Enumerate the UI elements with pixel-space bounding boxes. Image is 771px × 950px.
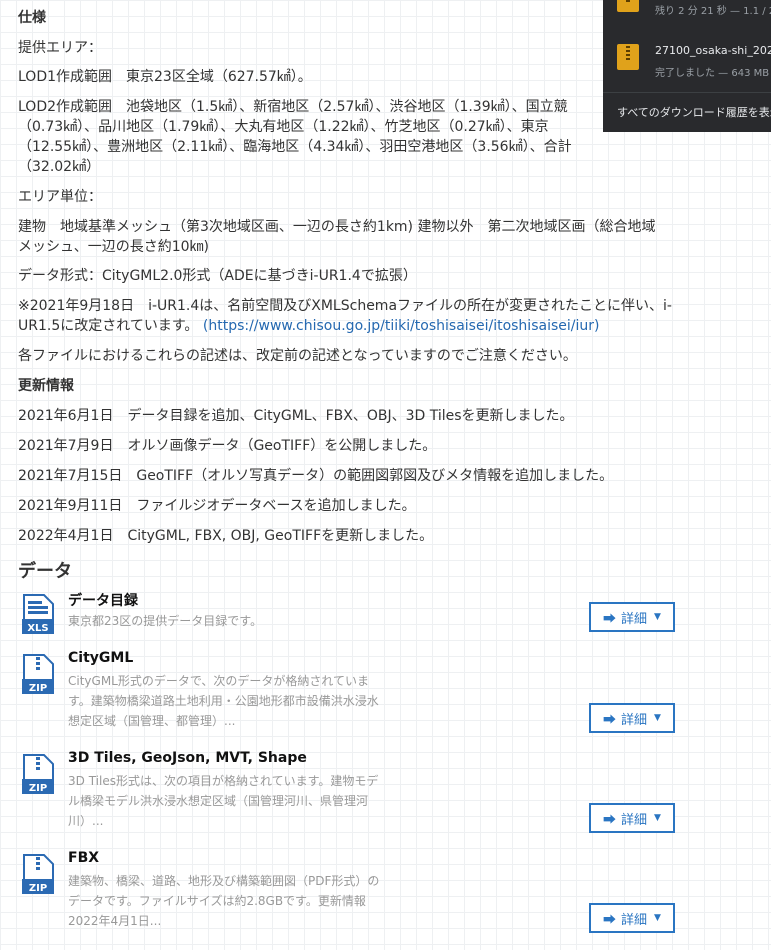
details-label: 詳細 [621, 912, 648, 928]
desc-line: す。建築物橋梁道路土地利用・公園地形都市設備洪水浸水 [68, 694, 379, 708]
update-item: 2021年9月11日 ファイルジオデータベースを追加しました。 [18, 498, 416, 514]
share-icon: ⮕ [603, 912, 617, 928]
item-desc: 建築物、橋梁、道路、地形及び構築範囲図（PDF形式）の データです。ファイルサイ… [68, 871, 388, 931]
zip-archive-icon [617, 44, 639, 70]
desc-line: 川）... [68, 814, 104, 828]
icon-label: ZIP [29, 683, 47, 694]
zip-file-icon: ZIP [22, 854, 54, 894]
details-button[interactable]: ⮕ 詳細 ▼ [589, 703, 675, 733]
desc-line: ル橋梁モデル洪水浸水想定区域（国管理河川、県管理河 [68, 794, 369, 808]
icon-label: ZIP [29, 783, 47, 794]
item-title[interactable]: データ目録 [68, 590, 138, 610]
share-icon: ⮕ [603, 611, 617, 627]
desc-line: 建築物、橋梁、道路、地形及び構築範囲図（PDF形式）の [68, 874, 380, 888]
share-icon: ⮕ [603, 712, 617, 728]
note-text: UR1.5に改定されています。 [18, 318, 199, 334]
desc-line: 2022年4月1日... [68, 914, 162, 928]
download-panel: 残り 2 分 21 秒 — 1.1 / 2 27100_osaka-shi_20… [603, 0, 771, 132]
item-desc: 3D Tiles形式は、次の項目が格納されています。建物モデ ル橋梁モデル洪水浸… [68, 771, 388, 831]
divider [603, 92, 771, 93]
details-button[interactable]: ⮕ 詳細 ▼ [589, 903, 675, 933]
details-label: 詳細 [621, 812, 648, 828]
download-status: 残り 2 分 21 秒 — 1.1 / 2 [655, 6, 771, 17]
item-desc: 東京都23区の提供データ目録です。 [68, 611, 388, 631]
unit-label: エリア単位： [18, 189, 102, 205]
desc-line: 東京都23区の提供データ目録です。 [68, 614, 263, 628]
zip-archive-icon [617, 0, 639, 12]
update-item: 2021年7月9日 オルソ画像データ（GeoTIFF）を公開しました。 [18, 438, 437, 454]
details-label: 詳細 [621, 611, 648, 627]
details-button[interactable]: ⮕ 詳細 ▼ [589, 803, 675, 833]
update-item: 2021年7月15日 GeoTIFF（オルソ写真データ）の範囲図郭図及びメタ情報… [18, 468, 614, 484]
show-all-downloads-link[interactable]: すべてのダウンロード履歴を表示 [617, 104, 771, 120]
item-desc: CityGML形式のデータで、次のデータが格納されていま す。建築物橋梁道路土地… [68, 671, 388, 731]
iur-link[interactable]: (https://www.chisou.go.jp/tiiki/toshisai… [203, 318, 600, 334]
unit-line: 建物 地域基準メッシュ（第3次地域区画、一辺の長さ約1km) 建物以外 第二次地… [18, 219, 656, 235]
icon-label: XLS [27, 623, 48, 634]
lod2-line: （0.73㎢）、品川地区（1.79㎢）、大丸有地区（1.22㎢）、竹芝地区（0.… [18, 119, 549, 135]
data-heading: データ [18, 561, 72, 582]
caret-down-icon: ▼ [654, 913, 661, 923]
desc-line: CityGML形式のデータで、次のデータが格納されていま [68, 674, 370, 688]
format-text: データ形式：CityGML2.0形式（ADEに基づきi-UR1.4で拡張） [18, 268, 417, 284]
download-filename: 27100_osaka-shi_2020 [655, 44, 771, 57]
spec-heading: 仕様 [18, 10, 46, 26]
area-label: 提供エリア： [18, 40, 102, 56]
lod2-line: （12.55㎢）、豊洲地区（2.11㎢）、臨海地区（4.34㎢）、羽田空港地区（… [18, 139, 572, 155]
caret-down-icon: ▼ [654, 612, 661, 622]
share-icon: ⮕ [603, 812, 617, 828]
update-item: 2022年4月1日 CityGML, FBX, OBJ, GeoTIFFを更新し… [18, 528, 434, 544]
desc-line: 3D Tiles形式は、次の項目が格納されています。建物モデ [68, 774, 379, 788]
item-title[interactable]: CityGML [68, 650, 133, 666]
zip-file-icon: ZIP [22, 654, 54, 694]
details-label: 詳細 [621, 712, 648, 728]
note-line: UR1.5に改定されています。 (https://www.chisou.go.j… [18, 316, 678, 336]
update-item: 2021年6月1日 データ目録を追加、CityGML、FBX、OBJ、3D Ti… [18, 408, 574, 424]
zip-file-icon: ZIP [22, 754, 54, 794]
details-button[interactable]: ⮕ 詳細 ▼ [589, 602, 675, 632]
caret-down-icon: ▼ [654, 713, 661, 723]
note-line: 各ファイルにおけるこれらの記述は、改定前の記述となっていますのでご注意ください。 [18, 348, 577, 364]
desc-line: データです。ファイルサイズは約2.8GBです。更新情報 [68, 894, 366, 908]
unit-line: メッシュ、一辺の長さ約10㎞) [18, 239, 209, 255]
icon-label: ZIP [29, 883, 47, 894]
download-status: 完了しました — 643 MB [655, 68, 770, 79]
xls-file-icon: XLS [22, 594, 54, 634]
lod1-text: LOD1作成範囲 東京23区全域（627.57㎢）。 [18, 69, 312, 85]
updates-heading: 更新情報 [18, 378, 74, 394]
note-line: ※2021年9月18日 i-UR1.4は、名前空間及びXMLSchemaファイル… [18, 298, 672, 314]
lod2-line: （32.02㎢） [18, 159, 101, 175]
item-title[interactable]: FBX [68, 850, 99, 866]
caret-down-icon: ▼ [654, 813, 661, 823]
item-title[interactable]: 3D Tiles, GeoJson, MVT, Shape [68, 750, 307, 766]
desc-line: 想定区域（国管理、都管理）... [68, 714, 236, 728]
lod2-line: LOD2作成範囲 池袋地区（1.5㎢）、新宿地区（2.57㎢）、渋谷地区（1.3… [18, 99, 568, 115]
